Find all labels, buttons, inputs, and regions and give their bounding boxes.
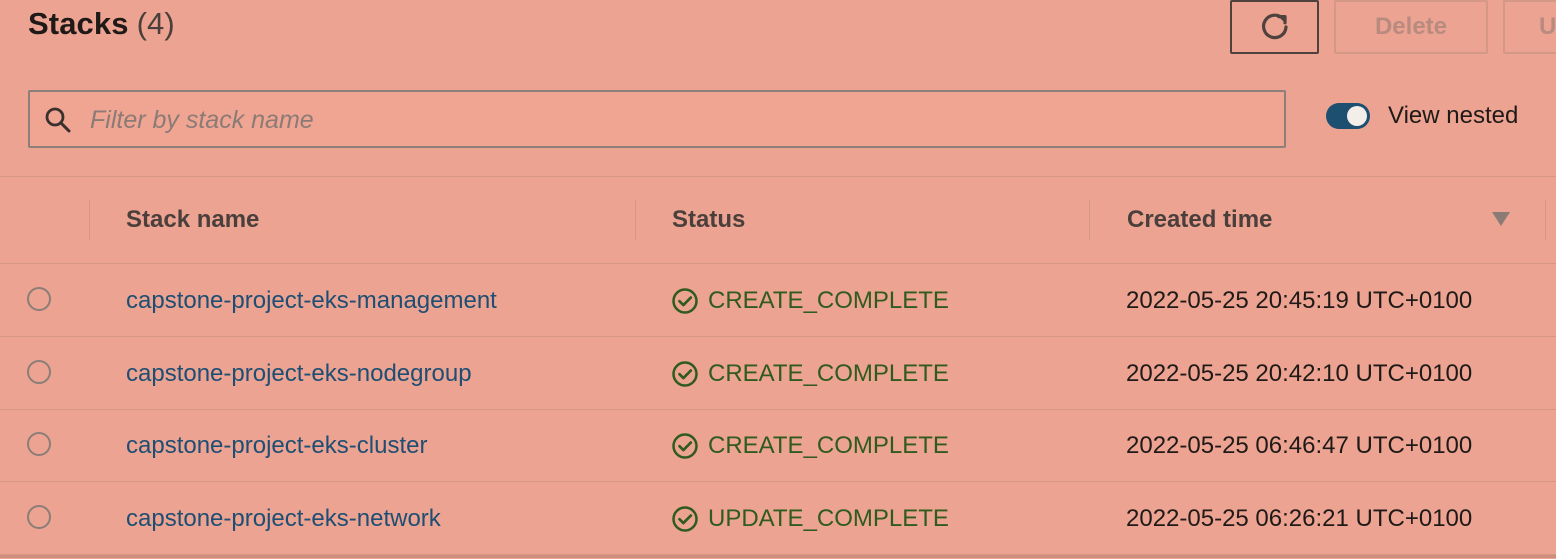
check-circle-icon <box>672 288 698 314</box>
sort-down-icon[interactable] <box>1492 212 1510 226</box>
check-circle-icon <box>672 433 698 459</box>
row-select-radio[interactable] <box>27 360 51 384</box>
stack-count: (4) <box>136 6 175 41</box>
search-icon <box>45 107 71 133</box>
view-nested-control[interactable]: View nested <box>1326 96 1546 136</box>
row-select-radio[interactable] <box>27 505 51 529</box>
status-cell: CREATE_COMPLETE <box>671 360 949 388</box>
refresh-button[interactable] <box>1230 0 1319 54</box>
row-select-radio[interactable] <box>27 287 51 311</box>
table-row[interactable]: capstone-project-eks-management CREATE_C… <box>0 264 1556 337</box>
stacks-table: Stack name Status Created time capstone-… <box>0 176 1556 559</box>
status-text: UPDATE_COMPLETE <box>708 505 949 532</box>
table-row[interactable]: capstone-project-eks-nodegroup CREATE_CO… <box>0 337 1556 410</box>
table-row[interactable]: capstone-project-eks-cluster CREATE_COMP… <box>0 409 1556 482</box>
check-circle-icon <box>672 361 698 387</box>
page-title: Stacks (4) <box>28 6 175 42</box>
toggle-knob <box>1347 106 1367 126</box>
status-text: CREATE_COMPLETE <box>708 360 949 387</box>
table-row[interactable]: capstone-project-eks-network UPDATE_COMP… <box>0 482 1556 555</box>
created-time: 2022-05-25 20:42:10 UTC+0100 <box>1126 360 1473 387</box>
page-title-text: Stacks <box>28 6 129 41</box>
stack-search-input[interactable] <box>88 102 1262 138</box>
stack-name-link[interactable]: capstone-project-eks-network <box>126 505 441 533</box>
column-divider <box>89 200 90 240</box>
column-header-created-time[interactable]: Created time <box>1127 206 1272 234</box>
column-header-status[interactable]: Status <box>672 206 745 234</box>
status-cell: CREATE_COMPLETE <box>671 432 949 460</box>
stacks-header: Stacks (4) Delete U <box>0 0 1556 74</box>
stack-name-link[interactable]: capstone-project-eks-management <box>126 287 497 315</box>
row-select-radio[interactable] <box>27 432 51 456</box>
check-circle-icon <box>672 506 698 532</box>
stack-name-link[interactable]: capstone-project-eks-cluster <box>126 432 427 460</box>
created-time: 2022-05-25 20:45:19 UTC+0100 <box>1126 287 1473 314</box>
column-divider <box>1545 200 1546 240</box>
status-cell: CREATE_COMPLETE <box>671 287 949 315</box>
status-text: CREATE_COMPLETE <box>708 432 949 459</box>
stack-filter[interactable] <box>28 90 1286 148</box>
table-header: Stack name Status Created time <box>0 177 1556 264</box>
column-header-stack-name[interactable]: Stack name <box>126 206 259 234</box>
stacks-page: Stacks(4) Delete U View nested Stack nam… <box>0 0 1556 558</box>
column-divider <box>1089 200 1090 240</box>
stack-name-link[interactable]: capstone-project-eks-nodegroup <box>126 360 472 388</box>
created-time: 2022-05-25 06:46:47 UTC+0100 <box>1126 432 1473 459</box>
delete-button[interactable]: Delete <box>1334 0 1488 54</box>
status-cell: UPDATE_COMPLETE <box>671 505 949 533</box>
created-time: 2022-05-25 06:26:21 UTC+0100 <box>1126 505 1473 532</box>
view-nested-toggle[interactable] <box>1326 103 1370 129</box>
status-text: CREATE_COMPLETE <box>708 287 949 314</box>
column-divider <box>635 200 636 240</box>
view-nested-label: View nested <box>1388 102 1519 129</box>
refresh-icon <box>1261 13 1288 40</box>
update-button[interactable]: U <box>1503 0 1556 54</box>
